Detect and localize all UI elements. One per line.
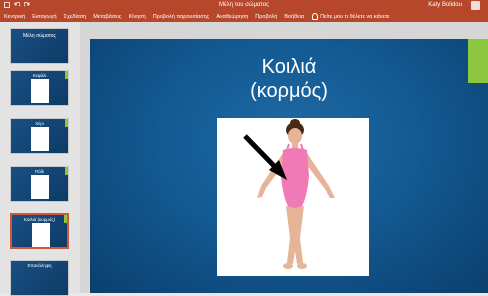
document-title: Μέλη του σώματος: [218, 2, 270, 8]
lightbulb-icon: [312, 13, 319, 20]
tab-view[interactable]: Προβολή: [255, 14, 277, 20]
tab-insert[interactable]: Εισαγωγή: [32, 14, 56, 20]
tab-review[interactable]: Αναθεώρηση: [216, 14, 248, 20]
thumbnail-image: [31, 127, 49, 151]
tab-help[interactable]: Βοήθεια: [284, 14, 304, 20]
girl-illustration: [243, 119, 335, 269]
slide-thumbnail-title: Επανάληψη: [27, 263, 52, 268]
title-bar: Μέλη του σώματος Katy Bolidou: [0, 0, 488, 11]
thumbnail-image: [32, 223, 50, 247]
thumbnail-image: [31, 79, 49, 103]
slide-thumbnail-2[interactable]: 2 Κεφάλι: [10, 70, 69, 106]
slide-thumbnail-title: Κοιλιά (κορμός): [23, 217, 56, 222]
girl-swimsuit-image[interactable]: [217, 118, 369, 276]
tab-slideshow[interactable]: Προβολή παρουσίασης: [153, 14, 210, 20]
accent-bar: [65, 71, 68, 79]
slide-thumbnail-title: Κεφάλι: [32, 73, 47, 78]
slide-thumbnail-title: Μέλη σώματος: [23, 33, 56, 39]
accent-bar: [65, 167, 68, 175]
slide-thumbnail-4[interactable]: 4 Πόδι: [10, 166, 69, 202]
slide-title-line-2: (κορμός): [250, 80, 328, 102]
tab-animations[interactable]: Κίνηση: [129, 14, 146, 20]
tab-home[interactable]: Κεντρική: [4, 14, 25, 20]
slide-thumbnail-6[interactable]: 6 Επανάληψη: [10, 260, 69, 296]
slide-thumbnail-title: Πόδι: [34, 169, 45, 174]
slide-thumbnail-1[interactable]: 1 Μέλη σώματος: [10, 28, 69, 64]
slide-editor: Κοιλιά (κορμός): [80, 22, 488, 293]
user-name[interactable]: Katy Bolidou: [428, 2, 462, 8]
avatar[interactable]: [471, 1, 480, 10]
tell-me-box[interactable]: Πείτε μου τι θέλετε να κάνετε: [312, 13, 390, 20]
accent-bar: [64, 215, 67, 223]
tell-me-label: Πείτε μου τι θέλετε να κάνετε: [320, 13, 390, 20]
slide-thumbnail-5[interactable]: 5 Κοιλιά (κορμός): [10, 213, 69, 249]
slide-title[interactable]: Κοιλιά (κορμός): [90, 55, 488, 103]
slide-title-line-1: Κοιλιά: [261, 56, 317, 78]
tab-transitions[interactable]: Μεταβάσεις: [93, 14, 121, 20]
slide-thumbnail-pane: 1 Μέλη σώματος 2 Κεφάλι 3 Χέρι 4 Πόδι 5 …: [0, 22, 80, 296]
slide-thumbnail-3[interactable]: 3 Χέρι: [10, 118, 69, 154]
thumbnail-image: [31, 175, 49, 199]
ribbon-tabs: Κεντρική Εισαγωγή Σχεδίαση Μεταβάσεις Κί…: [0, 11, 488, 22]
accent-bar: [65, 119, 68, 127]
current-slide[interactable]: Κοιλιά (κορμός): [90, 39, 488, 293]
tab-design[interactable]: Σχεδίαση: [64, 14, 87, 20]
slide-thumbnail-title: Χέρι: [35, 121, 44, 126]
